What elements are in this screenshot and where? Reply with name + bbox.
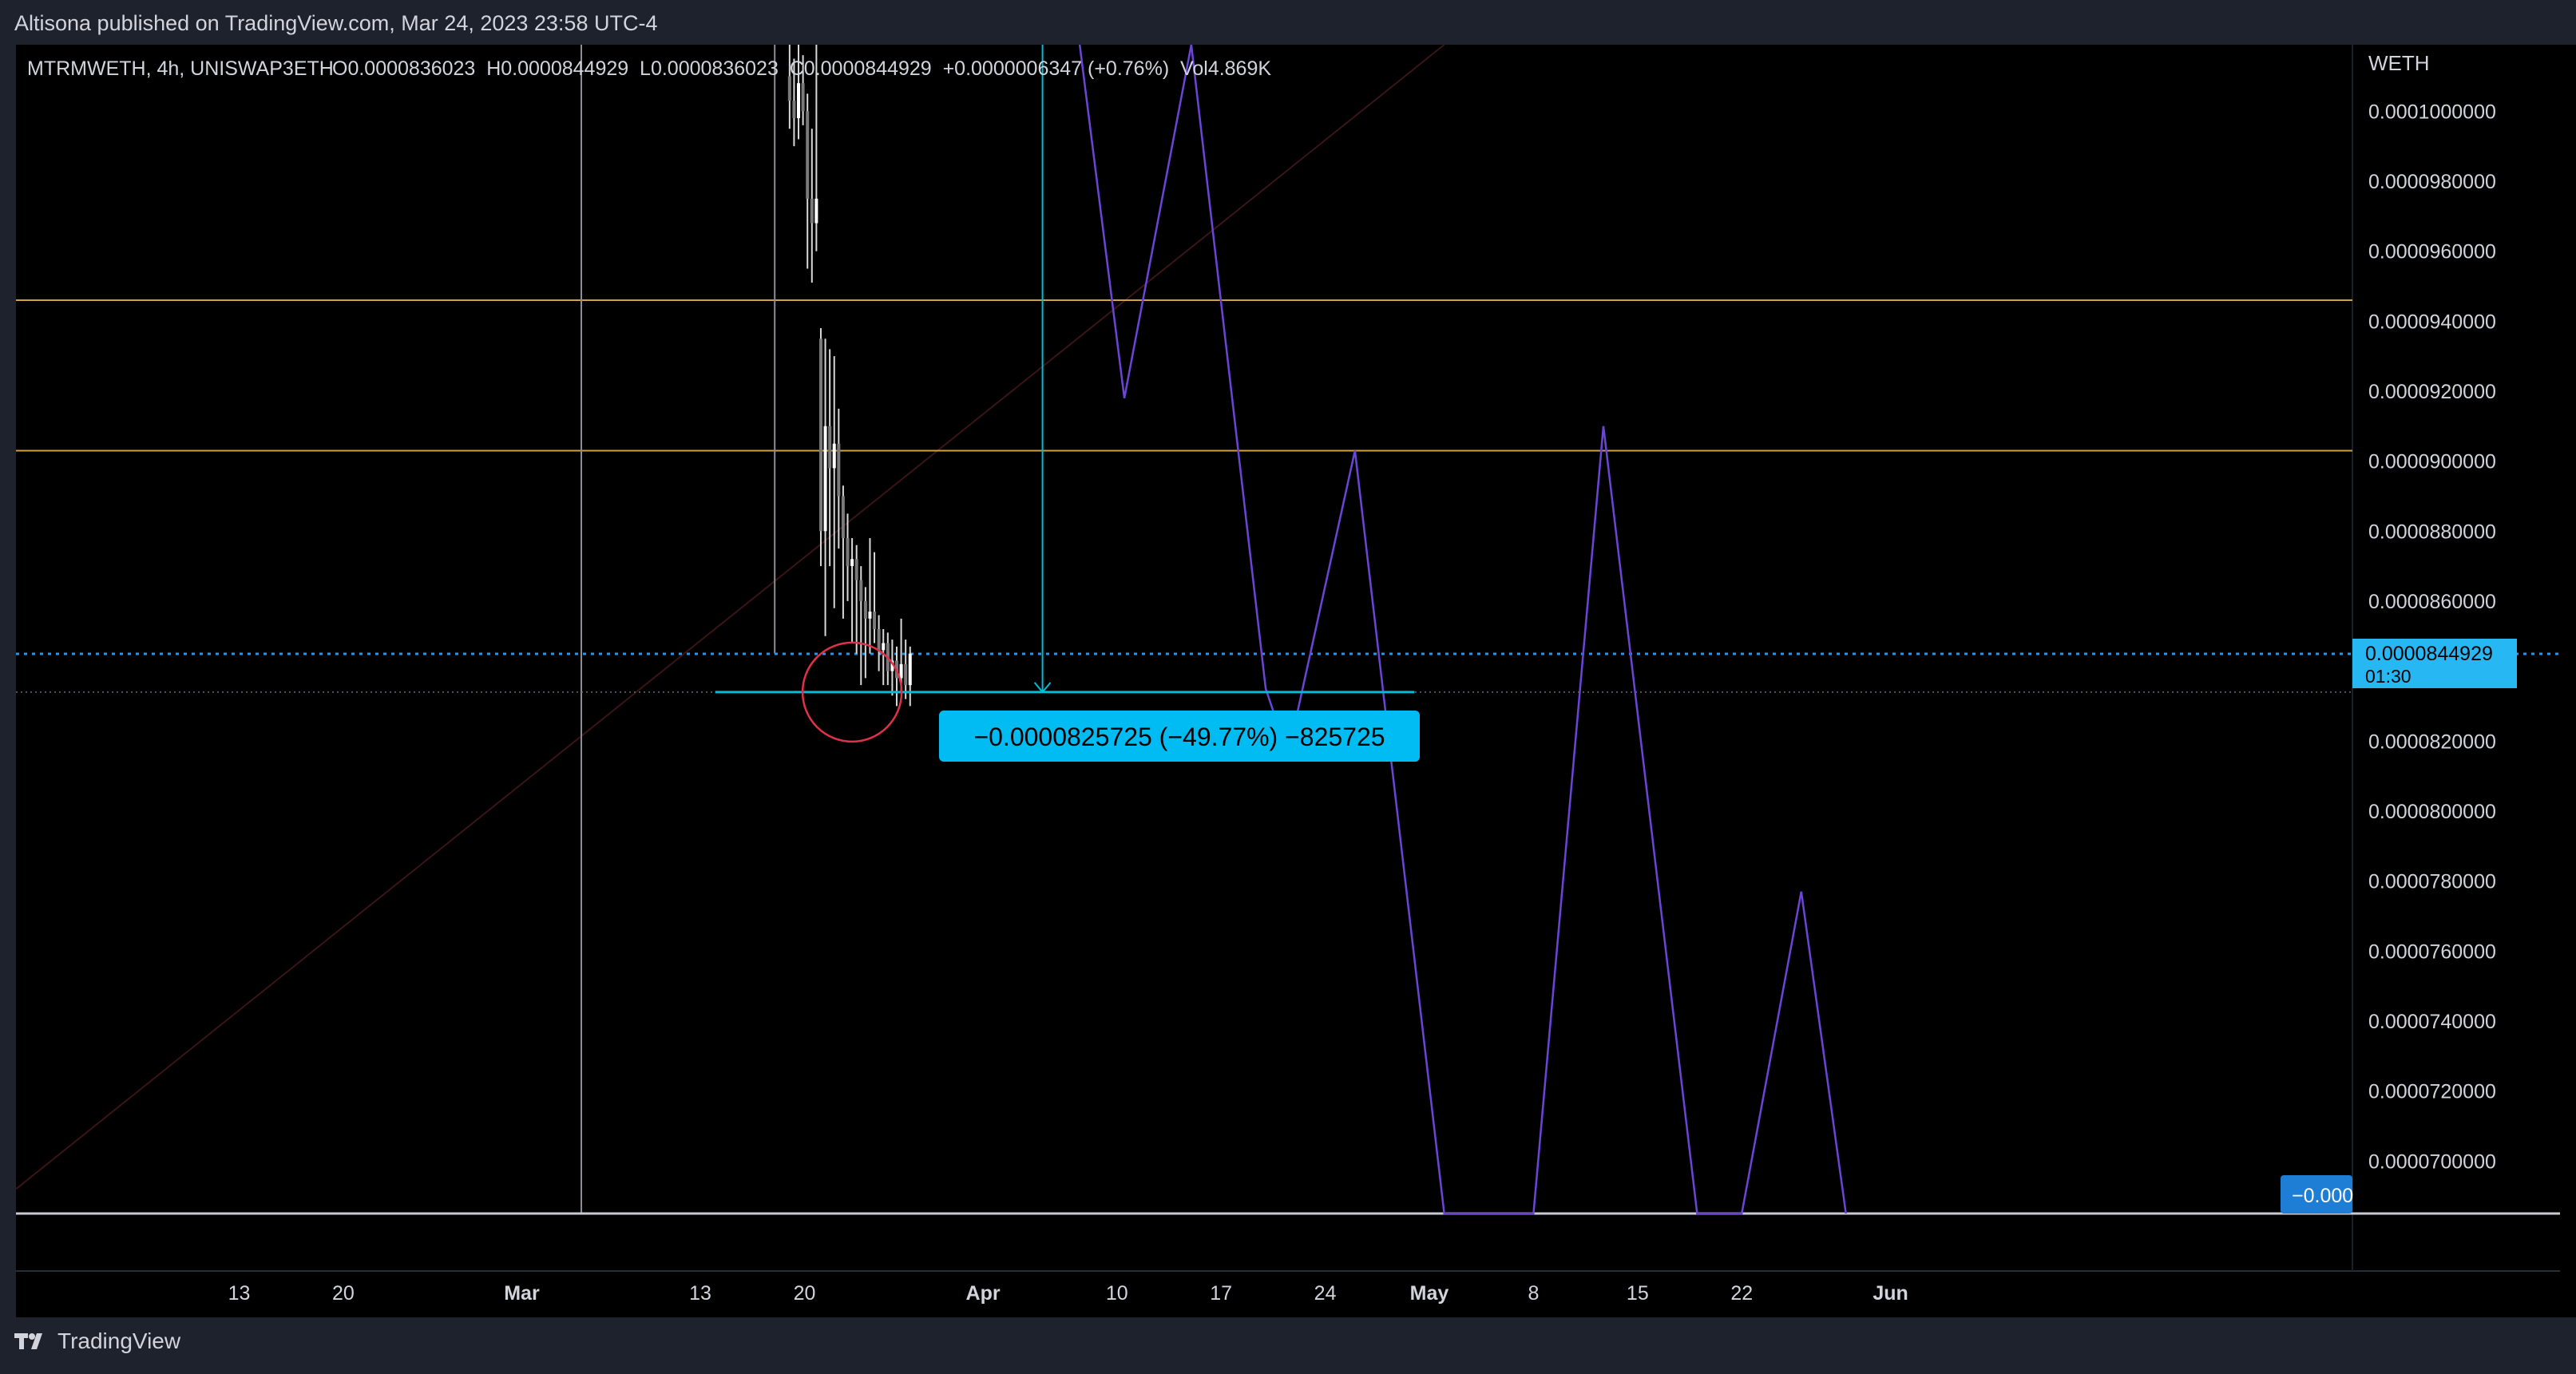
candle-body: [863, 600, 867, 619]
price-tick-label: 0.0000820000: [2368, 731, 2496, 753]
price-tick-label: 0.0000860000: [2368, 591, 2496, 613]
candle-body: [837, 443, 841, 497]
measure-label-text: −0.0000825725 (−49.77%) −825725: [973, 723, 1385, 751]
publish-line: Altisona published on TradingView.com, M…: [14, 11, 658, 35]
candle-body: [828, 426, 832, 469]
publish-header: Altisona published on TradingView.com, M…: [0, 0, 2576, 45]
time-tick-label: 22: [1730, 1282, 1753, 1305]
current-price-badge-countdown: 01:30: [2365, 666, 2412, 687]
candle-body: [859, 580, 863, 601]
chart-svg[interactable]: 0.0001000000 0.0000980000 0.0000960000 0.00…: [0, 0, 2576, 1370]
tradingview-brand[interactable]: TradingView: [14, 1328, 180, 1354]
price-tick-label: 0.0000760000: [2368, 940, 2496, 963]
candle-body: [810, 198, 814, 224]
footer-bar: [0, 1317, 2576, 1370]
bottom-value-badge[interactable]: −0.000: [2281, 1175, 2353, 1214]
price-tick-label: 0.0000980000: [2368, 171, 2496, 193]
candle-body: [904, 663, 908, 686]
price-tick-label: 0.0000960000: [2368, 241, 2496, 263]
candle-body: [823, 426, 827, 532]
candle-body: [797, 83, 801, 119]
current-price-badge-value: 0.0000844929: [2365, 643, 2493, 665]
candle-body: [801, 83, 805, 112]
price-tick-label: 0.0000900000: [2368, 451, 2496, 473]
price-tick-label: 0.0000780000: [2368, 871, 2496, 893]
candle-body: [792, 101, 796, 119]
price-tick-label: 0.0000720000: [2368, 1081, 2496, 1103]
time-tick-label: 24: [1314, 1282, 1337, 1305]
time-tick-label: 17: [1210, 1282, 1232, 1305]
candle-body: [854, 559, 858, 580]
time-tick-label: 15: [1627, 1282, 1649, 1305]
price-axis-unit: WETH: [2368, 51, 2430, 75]
candle-body: [832, 443, 836, 469]
time-tick-label: 20: [332, 1282, 355, 1305]
chart-area[interactable]: 0.0001000000 0.0000980000 0.0000960000 0.00…: [0, 0, 2576, 1370]
candle: [818, 328, 822, 567]
candle-body: [873, 612, 877, 629]
price-tick-label: 0.0000920000: [2368, 381, 2496, 403]
time-tick-label: Mar: [504, 1282, 540, 1305]
candle-body: [877, 629, 881, 651]
time-tick-label: Jun: [1873, 1282, 1908, 1305]
time-tick-label: 20: [794, 1282, 816, 1305]
time-axis-panel: [16, 1271, 2576, 1317]
legend-ohlc: O0.0000836023 H0.0000844929 L0.000083602…: [332, 57, 1271, 80]
candle-body: [882, 643, 886, 651]
candle-body: [806, 111, 810, 199]
price-tick-label: 0.0001000000: [2368, 101, 2496, 123]
price-tick-label: 0.0000800000: [2368, 801, 2496, 823]
candle-body: [850, 559, 854, 567]
time-tick-label: 10: [1106, 1282, 1128, 1305]
time-tick-label: 8: [1528, 1282, 1539, 1305]
price-tick-label: 0.0000740000: [2368, 1011, 2496, 1033]
candle-body: [818, 339, 822, 532]
price-tick-label: 0.0000880000: [2368, 521, 2496, 543]
tradingview-logo-icon: [14, 1333, 42, 1349]
time-tick-label: 13: [689, 1282, 711, 1305]
time-tick-label: 13: [228, 1282, 251, 1305]
candle-body: [841, 496, 845, 539]
candle-body: [814, 198, 818, 224]
candle-body: [787, 76, 791, 101]
bottom-value-badge-text: −0.000: [2292, 1185, 2353, 1207]
candle-body: [846, 538, 850, 567]
candle-body: [868, 612, 872, 619]
time-tick-label: Apr: [966, 1282, 1001, 1305]
current-price-badge[interactable]: 0.0000844929 01:30: [2352, 639, 2517, 688]
price-tick-label: 0.0000700000: [2368, 1150, 2496, 1173]
price-tick-label: 0.0000940000: [2368, 311, 2496, 333]
plot-background: [16, 45, 2352, 1271]
time-tick-label: May: [1410, 1282, 1449, 1305]
footer-brand-text: TradingView: [57, 1328, 181, 1353]
measure-label-box[interactable]: −0.0000825725 (−49.77%) −825725: [939, 711, 1420, 762]
candle-body: [908, 653, 912, 686]
legend-symbol: MTRMWETH, 4h, UNISWAP3ETH: [27, 57, 334, 80]
candle-body: [899, 663, 903, 679]
